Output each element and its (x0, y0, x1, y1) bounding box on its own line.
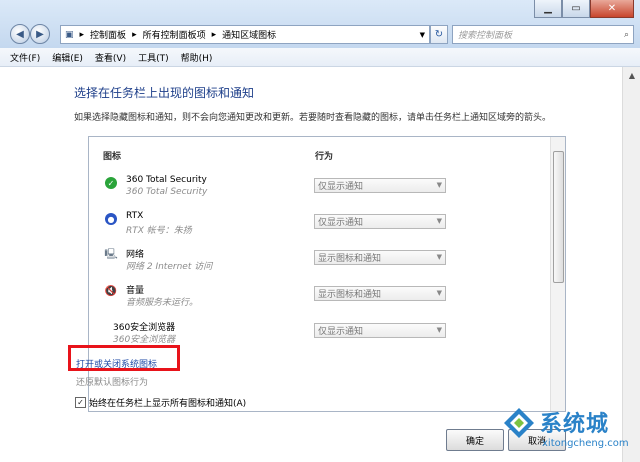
breadcrumb-sep: ▸ (211, 29, 217, 40)
search-placeholder: 搜索控制面板 (458, 31, 513, 41)
back-button[interactable]: ◀ (10, 24, 30, 44)
search-icon[interactable]: ⌕ (624, 30, 629, 40)
always-show-checkbox[interactable]: ✓ (75, 397, 86, 408)
close-button[interactable]: ✕ (590, 0, 634, 18)
breadcrumb-sep: ▸ (79, 29, 85, 40)
menu-file[interactable]: 文件(F) (10, 51, 40, 64)
forward-button[interactable]: ▶ (30, 24, 50, 44)
toggle-system-icons-link[interactable]: 打开或关闭系统图标 (76, 357, 157, 370)
item-subtitle: 360 Total Security (126, 187, 208, 197)
chevron-down-icon: ▼ (436, 326, 442, 334)
address-bar[interactable]: ▣ ▸ 控制面板 ▸ 所有控制面板项 ▸ 通知区域图标 ▼ (60, 25, 430, 44)
behavior-value: 仅显示通知 (318, 327, 364, 337)
refresh-icon: ↻ (434, 29, 444, 40)
item-subtitle: 音频服务未运行。 (126, 298, 199, 308)
behavior-select[interactable]: 仅显示通知 ▼ (314, 214, 446, 229)
column-header-behavior: 行为 (315, 152, 334, 162)
scroll-up-icon[interactable]: ▲ (623, 67, 640, 83)
volume-icon: 🔇 (104, 285, 118, 297)
breadcrumb-item[interactable]: 所有控制面板项 (143, 28, 206, 41)
menu-edit[interactable]: 编辑(E) (52, 51, 83, 64)
window-chrome: ▁ ▭ ✕ ◀ ▶ ▣ ▸ 控制面板 ▸ 所有控制面板项 ▸ 通知区域图标 ▼ … (0, 0, 640, 48)
behavior-value: 显示图标和通知 (318, 290, 382, 300)
watermark-logo-icon (504, 408, 534, 438)
menu-tools[interactable]: 工具(T) (138, 51, 169, 64)
behavior-value: 仅显示通知 (318, 182, 364, 192)
chevron-down-icon: ▼ (436, 253, 442, 261)
list-item: ● RTX RTX 帐号：朱扬 仅显示通知 ▼ (89, 208, 549, 242)
chevron-down-icon: ▼ (436, 181, 442, 189)
list-item: 🔇 音量 音频服务未运行。 显示图标和通知 ▼ (89, 280, 549, 314)
menu-help[interactable]: 帮助(H) (181, 51, 213, 64)
network-icon: 🖳 (104, 248, 118, 261)
behavior-select[interactable]: 显示图标和通知 ▼ (314, 286, 446, 301)
chevron-down-icon[interactable]: ▼ (420, 31, 425, 39)
computer-icon: ▣ (65, 29, 74, 40)
always-show-label: 始终在任务栏上显示所有图标和通知(A) (89, 399, 247, 409)
item-name: 360 Total Security (126, 175, 207, 185)
breadcrumb-item[interactable]: 通知区域图标 (222, 28, 276, 41)
minimize-button[interactable]: ▁ (534, 0, 562, 18)
item-name: RTX (126, 211, 144, 221)
menu-view[interactable]: 查看(V) (95, 51, 126, 64)
menu-bar: 文件(F) 编辑(E) 查看(V) 工具(T) 帮助(H) (0, 48, 640, 67)
rtx-icon: ● (105, 213, 117, 225)
column-header-icons: 图标 (103, 152, 122, 162)
list-item: ✓ 360 Total Security 360 Total Security … (89, 172, 549, 206)
item-subtitle: 360安全浏览器 (113, 335, 176, 345)
item-subtitle: 网络 2 Internet 访问 (126, 262, 213, 272)
ok-button[interactable]: 确定 (446, 429, 504, 451)
control-panel-window: ▁ ▭ ✕ ◀ ▶ ▣ ▸ 控制面板 ▸ 所有控制面板项 ▸ 通知区域图标 ▼ … (0, 0, 640, 462)
maximize-button[interactable]: ▭ (562, 0, 590, 18)
scroll-thumb[interactable] (553, 151, 564, 283)
restore-defaults-link[interactable]: 还原默认图标行为 (76, 375, 148, 388)
behavior-select[interactable]: 显示图标和通知 ▼ (314, 250, 446, 265)
search-input[interactable]: 搜索控制面板 ⌕ (452, 25, 634, 44)
item-subtitle: RTX 帐号：朱扬 (126, 226, 192, 236)
chevron-down-icon: ▼ (436, 217, 442, 225)
behavior-select[interactable]: 仅显示通知 ▼ (314, 178, 446, 193)
watermark-url: xitongcheng.com (542, 438, 629, 449)
list-scrollbar[interactable] (550, 137, 565, 411)
behavior-value: 显示图标和通知 (318, 254, 382, 264)
refresh-button[interactable]: ↻ (430, 25, 448, 44)
watermark-title: 系统城 (540, 412, 610, 437)
list-item: 🖳 网络 网络 2 Internet 访问 显示图标和通知 ▼ (89, 244, 549, 278)
page-title: 选择在任务栏上出现的图标和通知 (74, 86, 255, 100)
window-controls: ▁ ▭ ✕ (534, 0, 634, 18)
breadcrumb-sep: ▸ (132, 29, 137, 40)
shield-icon: ✓ (105, 177, 117, 189)
breadcrumb-item[interactable]: 控制面板 (90, 28, 126, 41)
chevron-down-icon: ▼ (436, 289, 442, 297)
behavior-value: 仅显示通知 (318, 218, 364, 228)
watermark: 系统城 xitongcheng.com (498, 400, 640, 462)
page-description: 如果选择隐藏图标和通知，则不会向您通知更改和更新。若要随时查看隐藏的图标，请单击… (74, 113, 552, 123)
behavior-select[interactable]: 仅显示通知 ▼ (314, 323, 446, 338)
